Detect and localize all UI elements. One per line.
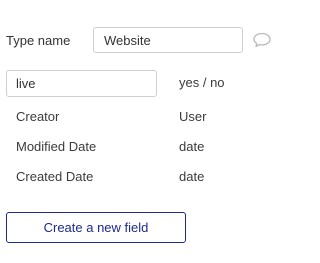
type-name-input[interactable]: [93, 27, 243, 53]
create-new-field-button[interactable]: Create a new field: [6, 212, 186, 243]
field-name-creator[interactable]: Creator: [16, 109, 59, 125]
field-name-created-date[interactable]: Created Date: [16, 169, 93, 185]
field-type-modified-date: date: [179, 139, 205, 154]
field-name-modified-date[interactable]: Modified Date: [16, 139, 96, 155]
new-field-name-input[interactable]: [6, 70, 157, 97]
comment-bubble-icon[interactable]: [252, 31, 272, 49]
field-type-created-date: date: [179, 169, 205, 184]
field-type-creator: User: [179, 109, 207, 124]
type-name-label: Type name: [6, 33, 71, 48]
new-field-type[interactable]: yes / no: [179, 75, 225, 91]
